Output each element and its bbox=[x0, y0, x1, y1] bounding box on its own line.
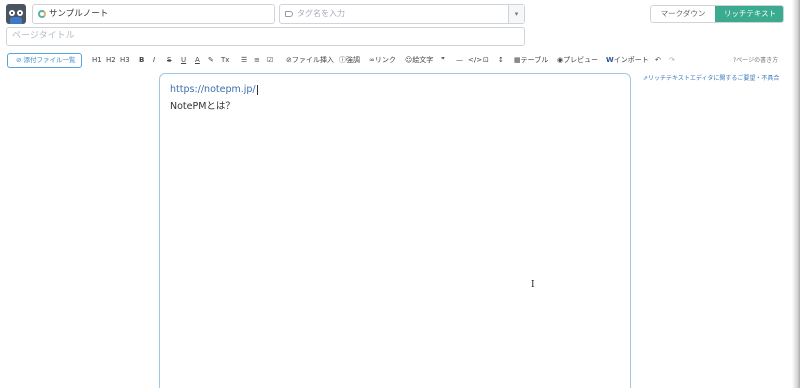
preview-label: プレビュー bbox=[563, 56, 599, 64]
editor-mode-switch: マークダウン リッチテキスト bbox=[650, 5, 784, 23]
note-icon bbox=[38, 10, 46, 18]
redo-icon[interactable]: ↷ bbox=[669, 56, 675, 65]
window-edge-shadow bbox=[792, 0, 800, 388]
heading2-button[interactable]: H2 bbox=[106, 56, 116, 65]
editor-line-heading[interactable]: NotePMとは？ bbox=[170, 98, 235, 112]
emoji-label: 絵文字 bbox=[412, 56, 434, 64]
ibeam-cursor-icon: I bbox=[531, 280, 535, 290]
top-bar: サンプルノート タグ名を入力 ▾ マークダウン リッチテキスト bbox=[0, 0, 800, 28]
table-button[interactable]: ▦テーブル bbox=[514, 56, 548, 65]
markdown-mode-button[interactable]: マークダウン bbox=[651, 6, 715, 22]
info-icon: ⓘ bbox=[339, 56, 346, 64]
image-icon[interactable]: ⊡ bbox=[483, 56, 489, 65]
expand-icon[interactable]: ↕ bbox=[498, 56, 504, 65]
logo-eye-icon bbox=[9, 10, 15, 16]
page-title-input[interactable]: ページタイトル bbox=[6, 27, 525, 46]
feedback-label: リッチテキストエディタに関するご要望・不具合 bbox=[648, 75, 780, 82]
editor-line-url[interactable]: https://notepm.jp/ bbox=[170, 84, 258, 95]
chevron-down-icon[interactable]: ▾ bbox=[508, 5, 524, 23]
attachments-button[interactable]: ⊘ 添付ファイル一覧 bbox=[7, 53, 82, 68]
link-button[interactable]: ∞リンク bbox=[369, 56, 396, 65]
paperclip-icon: ⊘ bbox=[16, 56, 24, 64]
horizontal-rule-icon[interactable]: — bbox=[456, 56, 463, 65]
bold-button[interactable]: B bbox=[139, 56, 144, 65]
code-icon[interactable]: </> bbox=[468, 56, 482, 65]
highlight-icon[interactable]: ✎ bbox=[208, 56, 214, 65]
tag-input[interactable]: タグ名を入力 ▾ bbox=[279, 4, 525, 24]
italic-button[interactable]: I bbox=[153, 56, 155, 65]
underline-button[interactable]: U bbox=[181, 56, 186, 65]
checklist-icon[interactable]: ☑ bbox=[267, 56, 273, 65]
logo-body bbox=[10, 17, 22, 24]
note-name: サンプルノート bbox=[49, 9, 109, 19]
emphasis-button[interactable]: ⓘ強調 bbox=[339, 56, 360, 65]
emoji-button[interactable]: ☺絵文字 bbox=[405, 56, 433, 65]
richtext-mode-button[interactable]: リッチテキスト bbox=[715, 6, 783, 22]
table-label: テーブル bbox=[520, 56, 549, 64]
url-text[interactable]: https://notepm.jp/ bbox=[170, 84, 256, 95]
tag-icon bbox=[285, 11, 293, 17]
clear-format-button[interactable]: Tx bbox=[221, 56, 229, 65]
rich-text-editor[interactable]: https://notepm.jp/ NotePMとは？ I bbox=[159, 73, 631, 388]
table-icon: ▦ bbox=[514, 56, 521, 64]
logo-eye-icon bbox=[17, 10, 23, 16]
feedback-link[interactable]: ⇗リッチテキストエディタに関するご要望・不具合 bbox=[643, 73, 779, 82]
undo-icon[interactable]: ↶ bbox=[655, 56, 661, 65]
help-link[interactable]: ?ページの書き方 bbox=[733, 56, 778, 65]
note-selector[interactable]: サンプルノート bbox=[32, 4, 275, 24]
font-color-button[interactable]: A bbox=[195, 56, 200, 65]
heading3-button[interactable]: H3 bbox=[120, 56, 130, 65]
file-insert-label: ファイル挿入 bbox=[291, 56, 334, 64]
quote-icon[interactable]: ❞ bbox=[441, 56, 445, 65]
editor-toolbar: ⊘ 添付ファイル一覧 H1 H2 H3 B I S U A ✎ Tx ☰ ≡ ☑… bbox=[0, 53, 800, 68]
bullet-list-icon[interactable]: ☰ bbox=[241, 56, 247, 65]
attachments-label: 添付ファイル一覧 bbox=[23, 56, 76, 64]
text-caret bbox=[256, 84, 258, 95]
tag-placeholder: タグ名を入力 bbox=[297, 9, 345, 18]
word-icon: W bbox=[606, 56, 614, 64]
link-label: リンク bbox=[374, 56, 396, 64]
emphasis-label: 強調 bbox=[346, 56, 360, 64]
import-label: インポート bbox=[613, 56, 649, 64]
help-label: ページの書き方 bbox=[736, 57, 779, 64]
heading1-button[interactable]: H1 bbox=[92, 56, 102, 65]
numbered-list-icon[interactable]: ≡ bbox=[254, 56, 260, 65]
import-button[interactable]: Wインポート bbox=[606, 56, 649, 65]
file-insert-button[interactable]: ⊘ファイル挿入 bbox=[286, 56, 334, 65]
app-logo[interactable] bbox=[6, 4, 26, 24]
preview-button[interactable]: ◉プレビュー bbox=[557, 56, 598, 65]
strikethrough-button[interactable]: S bbox=[167, 56, 171, 65]
